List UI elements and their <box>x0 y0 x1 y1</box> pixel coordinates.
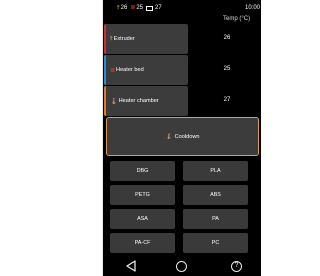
heater-row-extruder: ⫯ Extruder 26 <box>103 24 261 54</box>
status-time: 10:00 <box>244 5 260 11</box>
preset-button-abs[interactable]: ABS <box>183 185 248 205</box>
home-icon[interactable] <box>176 261 187 272</box>
thermometer-icon: 🌡︎ <box>110 98 118 105</box>
heater-bed-accent-bar <box>104 55 106 85</box>
heater-bed-icon: ≣ <box>110 67 116 74</box>
nozzle-icon: ⫯ <box>117 5 120 11</box>
heater-bed-temp: 25 <box>223 66 231 72</box>
heater-bed-label: Heater bed <box>116 67 144 73</box>
heater-row-bed: ≣ Heater bed 25 <box>103 55 261 85</box>
status-bed-temp: 25 <box>136 5 144 11</box>
heater-row-chamber: 🌡︎ Heater chamber 27 <box>103 86 261 116</box>
cooldown-button[interactable]: 🌡︎ Cooldown <box>106 117 259 156</box>
help-icon[interactable]: ? <box>231 261 242 272</box>
preset-button-pa[interactable]: PA <box>183 209 248 229</box>
preset-button-dbg[interactable]: DBG <box>110 161 175 181</box>
heater-chamber-button[interactable]: 🌡︎ Heater chamber <box>104 86 188 116</box>
heater-bed-button[interactable]: ≣ Heater bed <box>104 55 188 85</box>
heater-chamber-temp: 27 <box>223 97 231 103</box>
empty-left-panel <box>0 0 102 276</box>
cooldown-label: Cooldown <box>174 133 200 140</box>
preset-button-pla[interactable]: PLA <box>183 161 248 181</box>
extruder-button[interactable]: ⫯ Extruder <box>104 24 188 54</box>
preset-button-pc[interactable]: PC <box>183 233 248 253</box>
status-bar: ⫯ 26 ≣ 25 27 10:00 <box>103 0 261 14</box>
extruder-label: Extruder <box>113 36 135 42</box>
status-chamber-temp: 27 <box>155 5 162 11</box>
back-icon[interactable] <box>125 260 137 272</box>
cooldown-thermometer-icon: 🌡︎ <box>165 133 173 140</box>
preset-button-pa-cf[interactable]: PA-CF <box>110 233 175 253</box>
nozzle-icon: ⫯ <box>110 35 113 42</box>
temp-column-header: Temp (°C) <box>223 16 251 22</box>
printer-temperature-screen: ⫯ 26 ≣ 25 27 10:00 Temp (°C) ⫯ Extruder … <box>103 0 261 276</box>
navigation-bar: ? <box>103 256 261 276</box>
heater-chamber-accent-bar <box>104 86 106 116</box>
chamber-icon <box>146 5 154 11</box>
preset-button-petg[interactable]: PETG <box>110 185 175 205</box>
status-nozzle-temp: 26 <box>120 5 128 11</box>
extruder-temp: 26 <box>223 35 231 41</box>
heater-bed-icon: ≣ <box>130 5 136 11</box>
extruder-accent-bar <box>104 24 106 54</box>
preset-button-asa[interactable]: ASA <box>110 209 175 229</box>
status-temps: ⫯ 26 ≣ 25 27 <box>117 5 164 11</box>
heater-chamber-label: Heater chamber <box>118 98 159 104</box>
